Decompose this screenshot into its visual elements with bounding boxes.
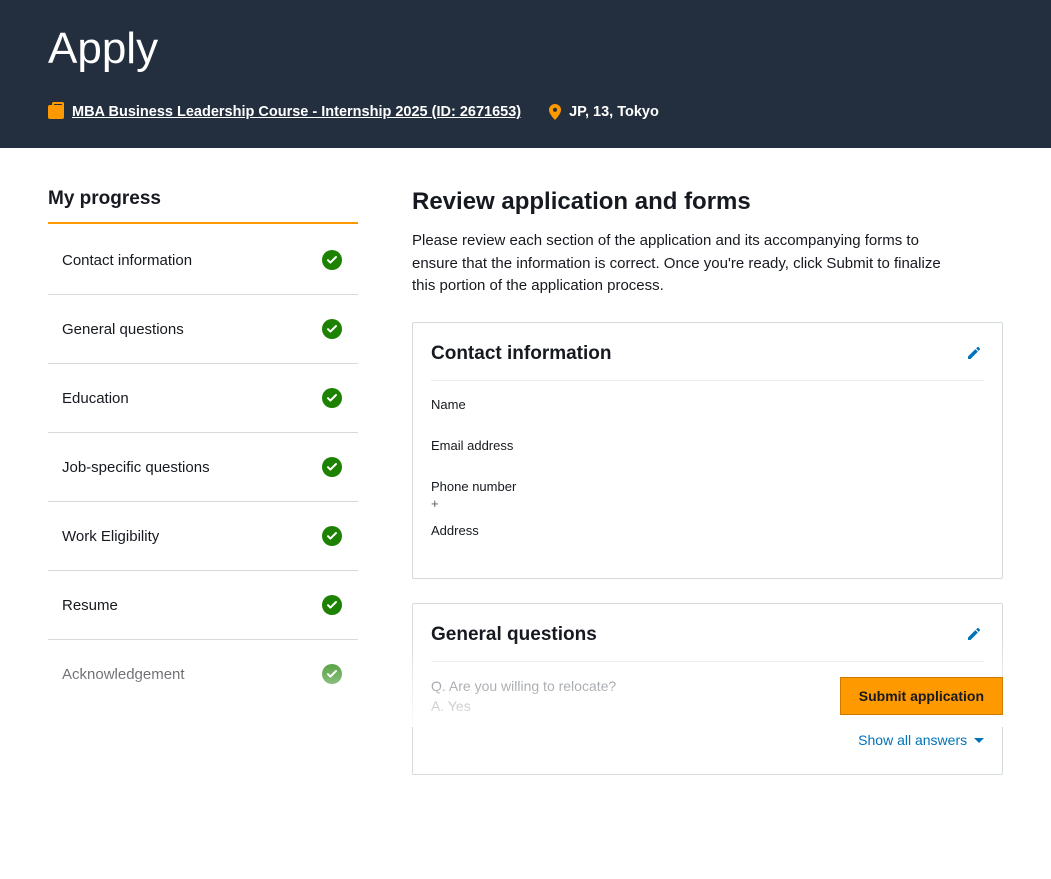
main-title: Review application and forms	[412, 188, 1003, 216]
check-complete-icon	[322, 595, 342, 615]
card-title: General questions	[431, 624, 597, 646]
page-title: Apply	[48, 24, 1003, 74]
sidebar-item-contact-information[interactable]: Contact information	[48, 226, 358, 295]
field-address-label: Address	[431, 523, 984, 538]
check-complete-icon	[322, 250, 342, 270]
check-complete-icon	[322, 457, 342, 477]
sidebar-item-education[interactable]: Education	[48, 364, 358, 433]
main-container: My progress Contact information General …	[0, 148, 1051, 879]
sidebar-item-label: Work Eligibility	[62, 528, 159, 545]
submit-application-button[interactable]: Submit application	[840, 677, 1003, 715]
location-meta: JP, 13, Tokyo	[549, 104, 659, 120]
job-meta: MBA Business Leadership Course - Interns…	[48, 104, 521, 120]
edit-general-questions-button[interactable]	[964, 624, 984, 647]
card-contact-information: Contact information Name Email address P…	[412, 322, 1003, 579]
edit-contact-button[interactable]	[964, 343, 984, 366]
sidebar-item-label: Education	[62, 390, 129, 407]
job-title-link[interactable]: MBA Business Leadership Course - Interns…	[72, 104, 521, 120]
check-complete-icon	[322, 319, 342, 339]
progress-sidebar: My progress Contact information General …	[48, 188, 358, 799]
sidebar-item-label: General questions	[62, 321, 184, 338]
sidebar-item-label: Resume	[62, 597, 118, 614]
sidebar-item-label: Contact information	[62, 252, 192, 269]
sidebar-item-resume[interactable]: Resume	[48, 571, 358, 640]
sidebar-item-label: Acknowledgement	[62, 666, 185, 683]
field-address-value	[431, 540, 984, 552]
location-text: JP, 13, Tokyo	[569, 104, 659, 120]
check-complete-icon	[322, 664, 342, 684]
check-complete-icon	[322, 526, 342, 546]
check-complete-icon	[322, 388, 342, 408]
sidebar-item-acknowledgement[interactable]: Acknowledgement	[48, 640, 358, 708]
chevron-down-icon	[974, 738, 984, 748]
show-all-answers-link[interactable]: Show all answers	[858, 732, 984, 748]
field-email-value	[431, 455, 984, 467]
field-phone-value: +	[431, 496, 984, 511]
briefcase-icon	[48, 105, 64, 119]
sidebar-heading: My progress	[48, 188, 358, 224]
sidebar-item-work-eligibility[interactable]: Work Eligibility	[48, 502, 358, 571]
sidebar-item-job-specific-questions[interactable]: Job-specific questions	[48, 433, 358, 502]
field-phone-label: Phone number	[431, 479, 984, 494]
card-header: General questions	[431, 624, 984, 662]
main-description: Please review each section of the applic…	[412, 230, 942, 298]
show-all-text: Show all answers	[858, 732, 967, 748]
pencil-icon	[966, 630, 982, 645]
show-all-row: Show all answers	[431, 732, 984, 748]
field-name-label: Name	[431, 397, 984, 412]
page-header: Apply MBA Business Leadership Course - I…	[0, 0, 1051, 148]
field-email-label: Email address	[431, 438, 984, 453]
card-title: Contact information	[431, 343, 612, 365]
sidebar-item-general-questions[interactable]: General questions	[48, 295, 358, 364]
field-name-value	[431, 414, 984, 426]
sidebar-item-label: Job-specific questions	[62, 459, 210, 476]
pencil-icon	[966, 349, 982, 364]
header-meta-row: MBA Business Leadership Course - Interns…	[48, 104, 1003, 120]
card-header: Contact information	[431, 343, 984, 381]
location-pin-icon	[549, 104, 561, 120]
